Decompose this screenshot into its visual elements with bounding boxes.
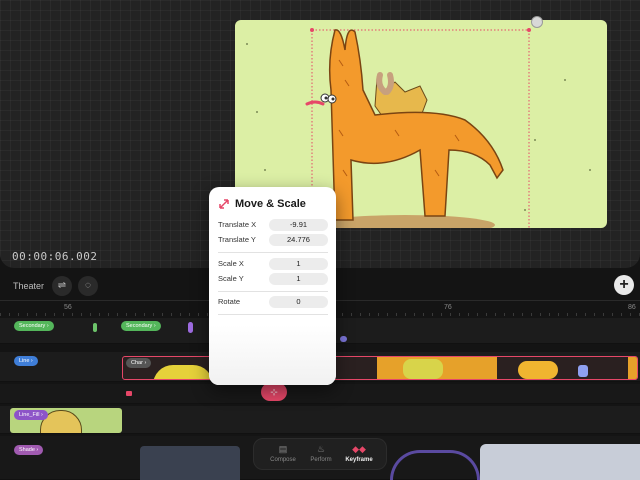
clip-thumb [628,357,637,379]
char-clip[interactable]: Char › [122,356,638,380]
track-tag-secondary[interactable]: Secondary › [14,321,54,331]
compose-icon: ▤ [278,444,288,454]
translate-y-row: Translate Y 24.776 [218,234,328,246]
track-tag-shade[interactable]: Shade › [14,445,44,455]
panel-title: Move & Scale [235,198,306,210]
scale-y-row: Scale Y 1 [218,273,328,285]
track-tag-line[interactable]: Line › [14,356,38,366]
translate-y-field[interactable]: 24.776 [269,234,328,246]
panel-header: Move & Scale [218,196,306,212]
track-line-fill[interactable]: Line_Fill › [0,406,640,434]
clip-thumb [93,323,97,332]
scale-x-field[interactable]: 1 [269,258,328,270]
clip-thumb [140,446,240,480]
translate-x-row: Translate X -9.91 [218,219,328,231]
flame-icon: ♨ [316,444,326,454]
clip-thumb [480,444,640,480]
ruler-label: 56 [64,304,72,311]
timecode: 00:00:06.002 [12,250,98,263]
mode-switcher: ▤ Compose ♨ Perform ◆◆ Keyframe [253,438,387,470]
translate-y-label: Translate Y [218,235,256,244]
clip-thumb [153,365,213,379]
divider [218,252,328,253]
clip-thumb [518,361,558,379]
scale-y-label: Scale Y [218,274,244,283]
track-keyframes[interactable] [0,384,640,404]
divider [218,314,328,315]
rotate-field[interactable]: 0 [269,296,328,308]
sliders-icon[interactable]: ⇌ [52,276,72,296]
scale-x-row: Scale X 1 [218,258,328,270]
clip-thumb [333,363,373,379]
transform-icon: ⊹ [270,387,278,397]
compose-tab[interactable]: ▤ Compose [262,443,304,463]
track-tag-secondary[interactable]: Secondary › [121,321,161,331]
clip-thumb [403,359,443,379]
theater-button[interactable]: Theater [6,276,51,296]
ruler-label: 86 [628,304,636,311]
keyframe-tab[interactable]: ◆◆ Keyframe [338,443,380,463]
move-scale-icon [219,199,229,209]
clip-thumb [340,336,347,342]
keyframe-icon: ◆◆ [352,444,366,454]
ruler-label: 76 [444,304,452,311]
divider [218,291,328,292]
speech-bubble-icon[interactable]: ◌ [78,276,98,296]
add-track-button[interactable]: + [614,275,634,295]
translate-x-field[interactable]: -9.91 [269,219,328,231]
track-tag-line-fill: Line_Fill › [14,410,48,420]
clip-thumb [390,450,480,480]
scale-x-label: Scale X [218,259,244,268]
track-tag-char: Char › [126,358,152,368]
clip-thumb [578,365,588,377]
rotate-row: Rotate 0 [218,296,328,308]
rotate-label: Rotate [218,297,241,306]
translate-x-label: Translate X [218,220,257,229]
add-keyframe-button[interactable]: ⊹ [261,383,287,401]
scale-y-field[interactable]: 1 [269,273,328,285]
keyframe-marker[interactable] [126,391,132,396]
canvas-resize-handle[interactable] [531,16,543,28]
perform-tab[interactable]: ♨ Perform [300,443,342,463]
line-fill-clip[interactable]: Line_Fill › [10,408,122,433]
clip-thumb [188,322,193,333]
move-scale-panel: Move & Scale Translate X -9.91 Translate… [209,187,336,385]
plus-icon: + [619,276,629,293]
